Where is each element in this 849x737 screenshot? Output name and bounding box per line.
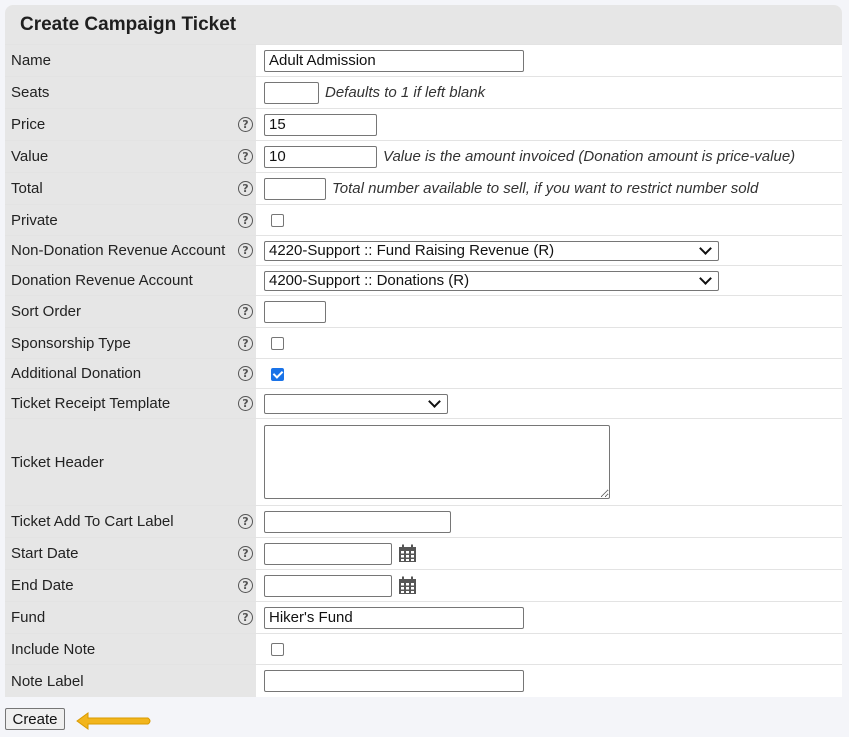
fund-label: Fund <box>11 609 46 626</box>
sort-order-label: Sort Order <box>11 303 82 320</box>
non-donation-account-selected: 4220-Support :: Fund Raising Revenue (R) <box>269 242 555 259</box>
seats-input[interactable] <box>264 81 319 104</box>
row-price: Price? <box>5 108 842 140</box>
sponsorship-type-label: Sponsorship Type <box>11 334 131 352</box>
total-label: Total <box>11 180 43 197</box>
include-note-checkbox[interactable] <box>271 643 284 656</box>
name-label: Name <box>11 52 52 69</box>
row-ticket-header: Ticket Header <box>5 418 842 505</box>
chevron-down-icon <box>699 242 712 255</box>
row-sponsorship-type: Sponsorship Type? <box>5 327 842 358</box>
price-label: Price <box>11 116 46 133</box>
start-date-input[interactable] <box>264 542 392 565</box>
form-title: Create Campaign Ticket <box>5 5 842 44</box>
help-circle-icon[interactable]: ? <box>238 117 253 132</box>
arrow-left-icon <box>76 712 151 730</box>
total-input[interactable] <box>264 177 326 200</box>
start-date-label: Start Date <box>11 545 79 562</box>
row-receipt-template: Ticket Receipt Template? <box>5 388 842 418</box>
donation-account-selected: 4200-Support :: Donations (R) <box>269 272 470 289</box>
help-circle-icon[interactable]: ? <box>238 546 253 561</box>
help-circle-icon[interactable]: ? <box>238 212 253 228</box>
help-circle-icon[interactable]: ? <box>238 149 253 164</box>
note-label-label: Note Label <box>11 672 84 690</box>
row-end-date: End Date? <box>5 569 842 601</box>
value-label: Value <box>11 148 49 165</box>
donation-account-select[interactable]: 4200-Support :: Donations (R) <box>264 270 719 291</box>
add-to-cart-label-input[interactable] <box>264 510 451 533</box>
sponsorship-type-checkbox[interactable] <box>271 337 284 350</box>
row-private: Private? <box>5 204 842 235</box>
additional-donation-checkbox[interactable] <box>271 367 284 381</box>
ticket-header-label: Ticket Header <box>11 453 104 471</box>
row-donation-account: Donation Revenue Account 4200-Support ::… <box>5 265 842 295</box>
seats-hint: Defaults to 1 if left blank <box>325 84 486 101</box>
end-date-input[interactable] <box>264 574 392 597</box>
fund-input[interactable] <box>264 606 524 629</box>
value-hint: Value is the amount invoiced (Donation a… <box>383 148 796 165</box>
row-note-label: Note Label <box>5 664 842 697</box>
create-campaign-ticket-form: Create Campaign Ticket Name Seats Defaul… <box>5 5 842 697</box>
calendar-icon[interactable] <box>398 576 417 595</box>
chevron-down-icon <box>428 395 441 408</box>
row-non-donation-account: Non-Donation Revenue Account? 4220-Suppo… <box>5 235 842 265</box>
help-circle-icon[interactable]: ? <box>238 304 253 319</box>
private-label: Private <box>11 211 58 229</box>
non-donation-account-label: Non-Donation Revenue Account <box>11 242 226 259</box>
receipt-template-label: Ticket Receipt Template <box>11 395 171 412</box>
receipt-template-select[interactable] <box>264 393 448 414</box>
calendar-icon[interactable] <box>398 544 417 563</box>
non-donation-account-select[interactable]: 4220-Support :: Fund Raising Revenue (R) <box>264 240 719 261</box>
total-hint: Total number available to sell, if you w… <box>332 180 759 197</box>
help-circle-icon[interactable]: ? <box>238 514 253 529</box>
price-input[interactable] <box>264 113 377 136</box>
help-circle-icon[interactable]: ? <box>238 610 253 625</box>
include-note-label: Include Note <box>11 640 96 658</box>
private-checkbox[interactable] <box>271 214 284 227</box>
end-date-label: End Date <box>11 577 74 594</box>
row-total: Total? Total number available to sell, i… <box>5 172 842 204</box>
row-additional-donation: Additional Donation? <box>5 358 842 388</box>
help-circle-icon[interactable]: ? <box>238 578 253 593</box>
note-label-input[interactable] <box>264 670 524 692</box>
add-to-cart-label-label: Ticket Add To Cart Label <box>11 513 174 530</box>
row-start-date: Start Date? <box>5 537 842 569</box>
donation-account-label: Donation Revenue Account <box>11 272 193 289</box>
row-name: Name <box>5 44 842 76</box>
help-circle-icon[interactable]: ? <box>238 335 253 351</box>
row-include-note: Include Note <box>5 633 842 664</box>
seats-label: Seats <box>11 84 50 101</box>
row-sort-order: Sort Order? <box>5 295 842 327</box>
additional-donation-label: Additional Donation <box>11 365 142 382</box>
row-seats: Seats Defaults to 1 if left blank <box>5 76 842 108</box>
help-circle-icon[interactable]: ? <box>238 396 253 411</box>
value-input[interactable] <box>264 145 377 168</box>
name-input[interactable] <box>264 49 524 72</box>
chevron-down-icon <box>699 272 712 285</box>
help-circle-icon[interactable]: ? <box>238 181 253 196</box>
help-circle-icon[interactable]: ? <box>238 366 253 381</box>
ticket-header-textarea[interactable] <box>264 425 610 499</box>
sort-order-input[interactable] <box>264 300 326 323</box>
help-circle-icon[interactable]: ? <box>238 243 253 258</box>
row-fund: Fund? <box>5 601 842 633</box>
row-add-to-cart-label: Ticket Add To Cart Label? <box>5 505 842 537</box>
row-value: Value? Value is the amount invoiced (Don… <box>5 140 842 172</box>
create-button[interactable]: Create <box>5 708 65 730</box>
